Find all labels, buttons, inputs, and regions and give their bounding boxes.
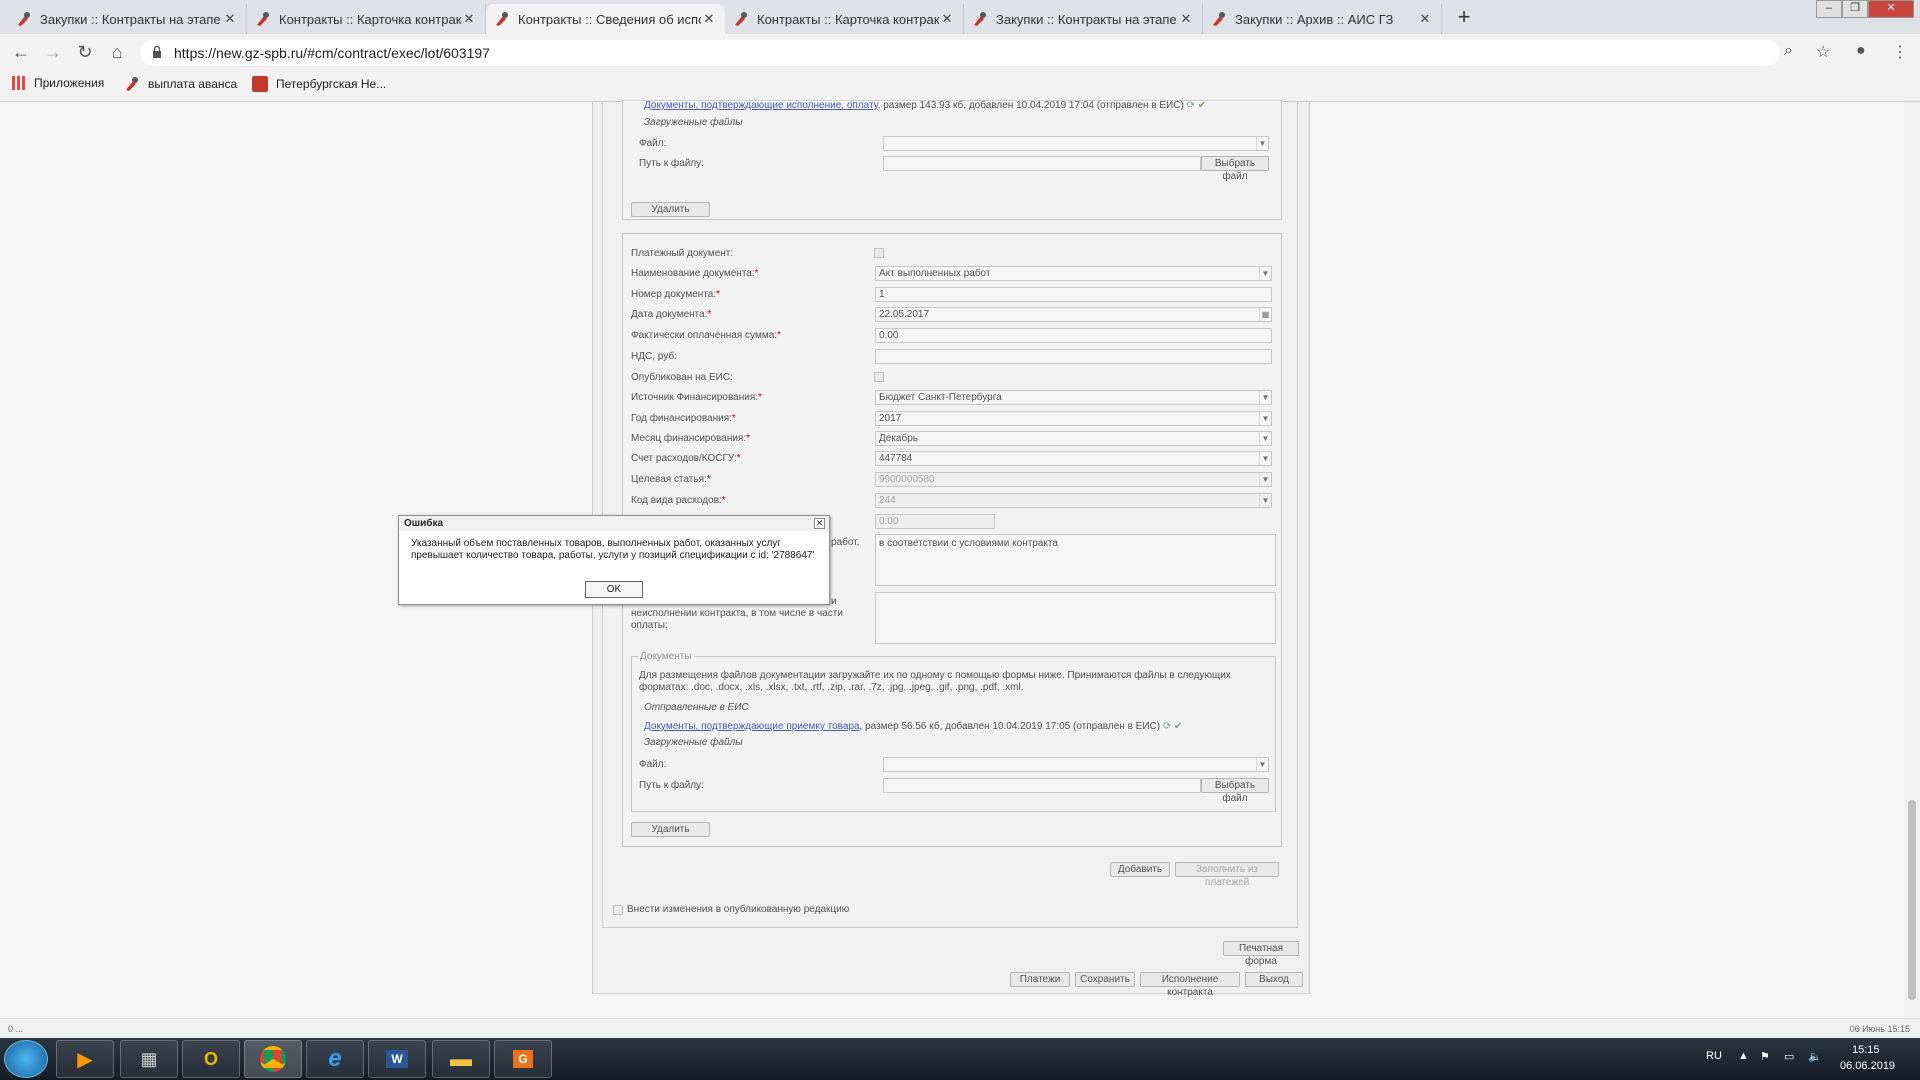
browser-tab[interactable]: Закупки :: Контракты на этапе и ✕ [8,4,247,34]
new-tab-icon[interactable]: + [1452,6,1476,30]
tab-close-icon[interactable]: ✕ [1417,11,1433,27]
home-icon[interactable]: ⌂ [106,42,128,63]
browser-tab[interactable]: Контракты :: Карточка контракта ✕ [725,4,964,34]
bookmark-item[interactable]: Петербургская Не... [252,76,386,92]
browser-tab[interactable]: Контракты :: Карточка контракта ✕ [247,4,486,34]
reload-icon[interactable]: ↻ [74,42,96,63]
apps-grid-icon [12,76,26,90]
site-favicon-icon [18,12,30,26]
zoom-icon[interactable]: ⌕ [1784,42,1793,60]
start-button-icon[interactable] [4,1040,48,1078]
scrollbar-thumb[interactable] [1908,800,1916,1000]
site-favicon-icon [126,77,138,91]
bookmark-label: Петербургская Не... [276,77,387,91]
tab-close-icon[interactable]: ✕ [461,11,477,27]
word-icon[interactable]: W [368,1040,426,1078]
dialog-message: Указанный объем поставленных товаров, вы… [411,538,815,561]
language-indicator[interactable]: RU [1706,1050,1722,1062]
tray-expand-icon[interactable]: ▲ [1738,1050,1749,1062]
bookmark-star-icon[interactable]: ☆ [1816,42,1830,62]
close-icon[interactable]: ✕ [814,518,825,529]
site-favicon-icon [496,12,508,26]
close-window-icon[interactable]: ✕ [1868,0,1914,18]
tab-title: Контракты :: Сведения об испол [518,11,701,27]
chrome-icon[interactable] [244,1040,302,1078]
browser-tab[interactable]: Закупки :: Архив :: АИС ГЗ ✕ [1203,4,1442,34]
calculator-icon[interactable]: ▦ [120,1040,178,1078]
ok-button[interactable]: OK [585,581,643,598]
media-player-icon[interactable]: ▶ [56,1040,114,1078]
clock-date[interactable]: 06.06.2019 [1840,1060,1895,1072]
bookmark-item[interactable]: выплата аванса [124,76,237,92]
dialog-title: Ошибка [399,516,829,531]
site-favicon-icon [735,12,747,26]
tab-title: Закупки :: Архив :: АИС ГЗ [1235,11,1394,27]
tab-title: Закупки :: Контракты на этапе и [40,11,222,27]
tab-close-icon[interactable]: ✕ [1178,11,1194,27]
tab-close-icon[interactable]: ✕ [939,11,955,27]
forward-icon[interactable]: → [42,42,64,63]
clock-time[interactable]: 15:15 [1852,1044,1880,1056]
bookmark-favicon-icon [252,76,268,92]
tab-title: Контракты :: Карточка контракта [279,11,461,27]
status-right: 06 Июнь 15:15 [1849,1024,1910,1034]
status-left: 0 ... [8,1024,24,1034]
internet-explorer-icon[interactable]: e [306,1040,364,1078]
volume-icon[interactable]: 🔈 [1808,1050,1822,1063]
tab-close-icon[interactable]: ✕ [701,11,717,27]
back-icon[interactable]: ← [10,42,32,63]
restore-icon[interactable]: ❐ [1842,0,1868,18]
minimize-icon[interactable]: – [1816,0,1842,18]
site-favicon-icon [1213,12,1225,26]
bookmark-apps[interactable]: Приложения [12,76,104,90]
tab-title: Закупки :: Контракты на этапе и [996,11,1178,27]
site-favicon-icon [257,12,269,26]
modal-overlay [0,102,1904,1018]
outlook-icon[interactable]: O [182,1040,240,1078]
url-input[interactable]: https://new.gz-spb.ru/#cm/contract/exec/… [140,40,1780,66]
site-favicon-icon [974,12,986,26]
browser-tab-bar: Закупки :: Контракты на этапе и ✕ Контра… [0,0,1920,34]
account-icon[interactable]: ● [1856,42,1866,60]
lock-icon [153,46,161,58]
bookmark-label: выплата аванса [148,77,238,91]
bookmark-label: Приложения [34,76,105,90]
error-dialog: Ошибка ✕ Указанный объем поставленных то… [398,515,830,605]
browser-tab[interactable]: Закупки :: Контракты на этапе и ✕ [964,4,1203,34]
tab-title: Контракты :: Карточка контракта [757,11,939,27]
file-explorer-icon[interactable]: ▬ [432,1040,490,1078]
flag-icon[interactable]: ⚑ [1760,1050,1770,1063]
browser-tab-active[interactable]: Контракты :: Сведения об испол ✕ [486,4,725,34]
status-bar: 0 ... 06 Июнь 15:15 [0,1018,1920,1038]
network-icon[interactable]: ▭ [1784,1050,1794,1063]
tab-close-icon[interactable]: ✕ [222,11,238,27]
menu-icon[interactable]: ⋮ [1892,42,1908,62]
pdf-app-icon[interactable]: G [494,1040,552,1078]
